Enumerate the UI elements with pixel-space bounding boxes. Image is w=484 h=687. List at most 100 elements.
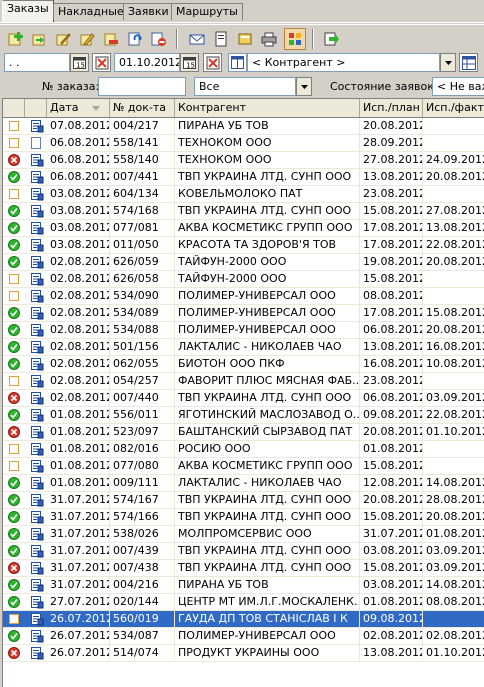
tab-invoices[interactable]: Накладные	[53, 3, 129, 20]
header-status[interactable]	[3, 99, 25, 117]
delete-button[interactable]	[100, 28, 122, 50]
date-from-clear-button[interactable]	[92, 53, 111, 72]
counterparty-dropdown-button[interactable]	[440, 53, 456, 72]
table-row[interactable]: 03.08.2012 011/050 КРАСОТА ТА ЗДОРОВ'Я ТОВ…	[3, 237, 484, 254]
mail-button[interactable]	[186, 28, 208, 50]
table-row[interactable]: 31.07.2012 538/026 МОЛПРОМСЕРВИС ООО 31.07.…	[3, 526, 484, 543]
type-dropdown-button[interactable]	[296, 77, 312, 96]
document-icon[interactable]	[29, 595, 44, 609]
document-icon[interactable]	[29, 493, 44, 507]
document-icon[interactable]	[29, 476, 44, 490]
table-row[interactable]: 03.08.2012 077/081 АКВА КОСМЕТИКС ГРУПП ОО…	[3, 220, 484, 237]
table-row[interactable]: 01.08.2012 523/097 БАШТАНСКИЙ СЫРЗАВОД ПАТ…	[3, 424, 484, 441]
table-row[interactable]: 01.08.2012 009/111 ЛАКТАЛИС - НИКОЛАЕВ ЧАО…	[3, 475, 484, 492]
document-icon[interactable]	[29, 544, 44, 558]
document-icon[interactable]	[29, 578, 44, 592]
document-icon[interactable]	[29, 272, 44, 286]
document-icon[interactable]	[29, 187, 44, 201]
document-icon[interactable]	[29, 527, 44, 541]
table-row[interactable]: 31.07.2012 574/167 ТВП УКРАИНА ЛТД. СУНП О…	[3, 492, 484, 509]
document-icon[interactable]	[29, 374, 44, 388]
table-row[interactable]: 02.08.2012 534/090 ПОЛИМЕР-УНИВЕРСАЛ ООО 08…	[3, 288, 484, 305]
table-row[interactable]: 07.08.2012 004/217 ПИРАНА УБ ТОВ 20.08.2012	[3, 118, 484, 135]
table-row[interactable]: 31.07.2012 004/216 ПИРАНА УБ ТОВ 03.08.2012…	[3, 577, 484, 594]
table-row[interactable]: 01.08.2012 556/011 ЯГОТИНСКИЙ МАСЛОЗАВОД О…	[3, 407, 484, 424]
settings-button[interactable]	[284, 28, 306, 50]
header-fact[interactable]: Исп./факт	[423, 99, 484, 117]
document-icon[interactable]	[29, 153, 44, 167]
table-row[interactable]: 02.08.2012 534/088 ПОЛИМЕР-УНИВЕРСАЛ ООО 06…	[3, 322, 484, 339]
date-to-calendar-button[interactable]: 15	[180, 53, 199, 72]
document-icon[interactable]	[29, 408, 44, 422]
request-status-select[interactable]: < Не важ	[432, 77, 484, 96]
document-icon[interactable]	[29, 510, 44, 524]
document-icon[interactable]	[29, 170, 44, 184]
document-icon[interactable]	[29, 204, 44, 218]
table-row[interactable]: 02.08.2012 007/440 ТВП УКРАИНА ЛТД. СУНП О…	[3, 390, 484, 407]
edit-button[interactable]	[52, 28, 74, 50]
export-button[interactable]	[320, 28, 342, 50]
document-icon[interactable]	[29, 425, 44, 439]
table-row[interactable]: 06.08.2012 558/141 ТЕХНОКОМ ООО 28.09.2012	[3, 135, 484, 152]
table-row[interactable]: 02.08.2012 534/089 ПОЛИМЕР-УНИВЕРСАЛ ООО 17…	[3, 305, 484, 322]
date-from-field[interactable]: . .	[4, 53, 70, 72]
table-row[interactable]: 26.07.2012 560/019 ГАУДА ДП ТОВ СТАНІСЛАВ …	[3, 611, 484, 628]
counterparty-icon-button[interactable]	[228, 53, 247, 72]
table-row[interactable]: 26.07.2012 514/074 ПРОДУКТ УКРАИНЫ ООО 13.0…	[3, 645, 484, 662]
add-button[interactable]	[4, 28, 26, 50]
print-button[interactable]	[258, 28, 280, 50]
table-row[interactable]: 26.07.2012 534/087 ПОЛИМЕР-УНИВЕРСАЛ ООО 02…	[3, 628, 484, 645]
table-row[interactable]: 02.08.2012 626/059 ТАЙФУН-2000 ООО 19.08.20…	[3, 254, 484, 271]
table-row[interactable]: 27.07.2012 020/144 ЦЕНТР МТ ИМ.Л.Г.МОСКАЛЕ…	[3, 594, 484, 611]
tab-routes[interactable]: Маршруты	[171, 3, 243, 20]
document-blank-icon[interactable]	[29, 136, 44, 150]
attach-button[interactable]	[234, 28, 256, 50]
header-doc[interactable]	[25, 99, 47, 117]
table-row[interactable]: 02.08.2012 062/055 БИОТОН ООО ПКФ 16.08.201…	[3, 356, 484, 373]
table-row[interactable]: 31.07.2012 574/166 ТВП УКРАИНА ЛТД. СУНП О…	[3, 509, 484, 526]
table-row[interactable]: 06.08.2012 007/441 ТВП УКРАИНА ЛТД. СУНП О…	[3, 169, 484, 186]
counterparty-select[interactable]: < Контрагент >	[247, 53, 440, 72]
refresh-button[interactable]	[124, 28, 146, 50]
type-select[interactable]: Все	[194, 77, 296, 96]
header-date[interactable]: Дата	[47, 99, 110, 117]
document-icon[interactable]	[29, 306, 44, 320]
header-counterparty[interactable]: Контрагент	[175, 99, 360, 117]
document-icon[interactable]	[29, 238, 44, 252]
document-icon[interactable]	[29, 612, 44, 626]
document-icon[interactable]	[29, 391, 44, 405]
cancel-button[interactable]	[148, 28, 170, 50]
document-icon[interactable]	[29, 561, 44, 575]
document-icon[interactable]	[29, 442, 44, 456]
table-row[interactable]: 03.08.2012 604/134 КОВЕЛЬМОЛОКО ПАТ 23.08.2…	[3, 186, 484, 203]
document-button[interactable]	[210, 28, 232, 50]
document-icon[interactable]	[29, 340, 44, 354]
tab-requests[interactable]: Заявки	[123, 3, 174, 20]
document-icon[interactable]	[29, 289, 44, 303]
table-row[interactable]: 02.08.2012 501/156 ЛАКТАЛИС - НИКОЛАЕВ ЧАО…	[3, 339, 484, 356]
table-row[interactable]: 02.08.2012 626/058 ТАЙФУН-2000 ООО 15.08.20…	[3, 271, 484, 288]
date-from-calendar-button[interactable]: 15	[70, 53, 89, 72]
document-icon[interactable]	[29, 255, 44, 269]
document-icon[interactable]	[29, 459, 44, 473]
document-icon[interactable]	[29, 629, 44, 643]
grid-view-button[interactable]	[459, 53, 478, 72]
header-plan[interactable]: Исп./план	[360, 99, 423, 117]
document-icon[interactable]	[29, 323, 44, 337]
copy-add-button[interactable]	[28, 28, 50, 50]
tab-orders[interactable]: Заказы	[2, 0, 54, 22]
edit-alt-button[interactable]	[76, 28, 98, 50]
table-row[interactable]: 31.07.2012 007/439 ТВП УКРАИНА ЛТД. СУНП О…	[3, 543, 484, 560]
table-row[interactable]: 31.07.2012 007/438 ТВП УКРАИНА ЛТД. СУНП О…	[3, 560, 484, 577]
order-number-input[interactable]	[98, 77, 186, 96]
document-icon[interactable]	[29, 646, 44, 660]
table-row[interactable]: 06.08.2012 558/140 ТЕХНОКОМ ООО 27.08.2012 2…	[3, 152, 484, 169]
header-doc-number[interactable]: № док-та	[110, 99, 175, 117]
document-icon[interactable]	[29, 357, 44, 371]
date-to-clear-button[interactable]	[203, 53, 222, 72]
date-to-field[interactable]: 01.10.2012	[114, 53, 180, 72]
document-icon[interactable]	[29, 119, 44, 133]
table-row[interactable]: 03.08.2012 574/168 ТВП УКРАИНА ЛТД. СУНП О…	[3, 203, 484, 220]
table-row[interactable]: 01.08.2012 077/080 АКВА КОСМЕТИКС ГРУПП ОО…	[3, 458, 484, 475]
document-icon[interactable]	[29, 221, 44, 235]
